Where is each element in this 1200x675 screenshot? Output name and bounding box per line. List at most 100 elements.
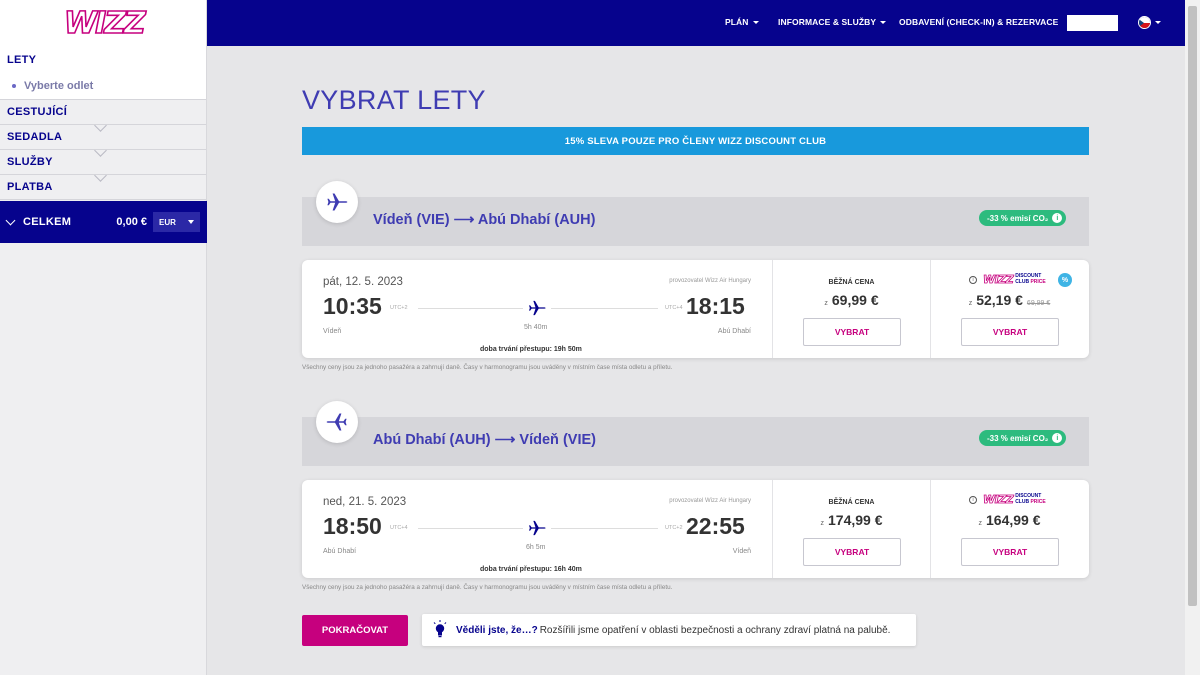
transfer-duration: doba trvání přestupu: 19h 50m [480,346,582,353]
co2-badge[interactable]: -33 % emisí CO₂ i [979,210,1067,226]
arrival-time: 18:15 [686,293,745,319]
regular-price: 174,99 € [828,512,883,528]
price-row: z 69,99 € [773,292,930,308]
price-from: z [978,520,983,527]
route-bar-return: Abú Dhabí (AUH) ⟶ Vídeň (VIE) -33 % emis… [302,417,1089,466]
promo-banner[interactable]: 15% SLEVA POUZE PRO ČLENY WIZZ DISCOUNT … [302,127,1089,155]
info-icon: i [1052,213,1063,223]
co2-badge[interactable]: -33 % emisí CO₂ i [979,430,1067,446]
departure-city: Vídeň [323,328,342,335]
nav-info-services[interactable]: INFORMACE & SLUŽBY [778,17,887,27]
wdc-price: PRICE [1030,278,1046,285]
select-club-button[interactable]: VYBRAT [961,538,1059,566]
wdc-club: CLUB [1015,498,1030,505]
continue-button[interactable]: POKRAČOVAT [302,615,408,646]
route-title: Vídeň (VIE) ⟶ Abú Dhabí (AUH) [373,212,596,228]
scrollbar-thumb[interactable] [1188,6,1197,606]
departure-time: 10:35 [323,293,382,319]
info-icon: i [1052,433,1063,443]
lightbulb-icon [432,619,448,641]
operator: provozovatel Wizz Air Hungary [669,498,751,504]
nav-checkin-booking[interactable]: ODBAVENÍ (CHECK-IN) & REZERVACE [899,17,1058,27]
info-icon[interactable]: i [969,495,977,504]
sidebar-item-label: SEDADLA [7,131,63,143]
arrival-utc: UTC+4 [665,305,683,311]
wdc-wizz-text: WIZZ [983,273,1014,287]
wdc-club: CLUB [1015,278,1030,285]
transfer-duration: doba trvání přestupu: 16h 40m [480,566,582,573]
total-amount: 0,00 € [116,216,147,228]
departure-time: 18:50 [323,513,382,539]
price-row: z 174,99 € [773,512,930,528]
caret-down-icon [188,220,194,224]
flight-duration: 5h 40m [524,324,548,331]
select-regular-button[interactable]: VYBRAT [803,538,901,566]
arrival-city: Abú Dhabí [717,328,751,335]
co2-label: -33 % emisí CO₂ [987,213,1049,223]
wdc-wizz-text: WIZZ [983,493,1014,507]
total-label: CELKEM [23,216,72,228]
tip-text: Rozšířili jsme opatření v oblasti bezpeč… [539,624,891,636]
sidebar-item-label: LETY [7,53,37,66]
flight-card-return: ned, 21. 5. 2023 provozovatel Wizz Air H… [302,480,1089,578]
co2-label: -33 % emisí CO₂ [987,433,1049,443]
sidebar-item-label: PLATBA [7,181,53,193]
page-title: VYBRAT LETY [302,85,486,115]
price-from: z [824,300,828,307]
wizz-discount-club-logo: i WIZZ DISCOUNT CLUB PRICE [969,493,1046,506]
plane-icon [527,298,547,323]
logo-area: WIZZ [0,0,206,46]
fare-label: BĚŽNÁ CENA [828,279,875,286]
sidebar-subitem-label: Vyberte odlet [24,80,94,92]
departure-city: Abú Dhabí [323,548,357,555]
info-icon[interactable]: i [969,275,977,284]
route-line [418,308,523,309]
select-club-button[interactable]: VYBRAT [961,318,1059,346]
flight-card-outbound: pát, 12. 5. 2023 provozovatel Wizz Air H… [302,260,1089,358]
departure-utc: UTC+4 [390,525,408,531]
sidebar-item-flights[interactable]: LETY [0,46,206,73]
club-price: 52,19 € [976,292,1023,308]
bullet-icon [12,84,16,88]
flight-date: ned, 21. 5. 2023 [323,496,407,508]
nav-label: ODBAVENÍ (CHECK-IN) & REZERVACE [899,17,1059,27]
currency-select[interactable]: EUR [153,212,200,232]
chevron-down-icon [5,215,16,225]
route-line [551,528,658,529]
czech-flag-icon[interactable] [1138,16,1151,29]
price-from: z [820,520,825,527]
old-price: 69,99 € [1026,300,1051,307]
departure-utc: UTC+2 [390,305,408,311]
scrollbar[interactable] [1185,0,1200,675]
tip-title: Věděli jste, že…? [456,624,538,636]
club-price: 164,99 € [986,512,1041,528]
login-box[interactable] [1067,15,1118,31]
wdc-price: PRICE [1030,498,1046,505]
price-row: z 52,19 € 69,99 € [931,292,1088,308]
plane-icon [527,518,547,543]
arrival-city: Vídeň [732,548,751,555]
currency-value: EUR [159,217,176,227]
route-bar-outbound: Vídeň (VIE) ⟶ Abú Dhabí (AUH) -33 % emis… [302,197,1089,246]
nav-label: PLÁN [725,17,749,27]
sidebar: WIZZ LETY Vyberte odlet CESTUJÍCÍ SEDADL… [0,0,207,675]
fare-label: BĚŽNÁ CENA [828,499,875,506]
sidebar-item-payment[interactable]: PLATBA [0,169,206,200]
route-title: Abú Dhabí (AUH) ⟶ Vídeň (VIE) [373,432,596,448]
fare-club: i WIZZ DISCOUNT CLUB PRICE z 164,99 € VY… [931,480,1088,578]
flight-date: pát, 12. 5. 2023 [323,276,403,288]
did-you-know-tip[interactable]: Věděli jste, že…? Rozšířili jsme opatřen… [422,614,916,646]
discount-badge-icon: % [1058,273,1072,287]
caret-down-icon [752,20,759,24]
operator: provozovatel Wizz Air Hungary [669,278,751,284]
sidebar-subitem-select-departure[interactable]: Vyberte odlet [0,73,206,100]
fare-regular: BĚŽNÁ CENA z 174,99 € VYBRAT [773,480,930,578]
nav-plan[interactable]: PLÁN [725,17,759,27]
select-regular-button[interactable]: VYBRAT [803,318,901,346]
wizz-logo[interactable]: WIZZ [63,5,146,42]
price-disclaimer: Všechny ceny jsou za jednoho pasažéra a … [302,584,673,591]
caret-down-icon [1155,21,1161,24]
fare-club: i WIZZ DISCOUNT CLUB PRICE % z 52,19 € 6… [931,260,1088,358]
total-bar[interactable]: CELKEM 0,00 € EUR [0,201,207,243]
plane-return-icon [316,401,358,443]
